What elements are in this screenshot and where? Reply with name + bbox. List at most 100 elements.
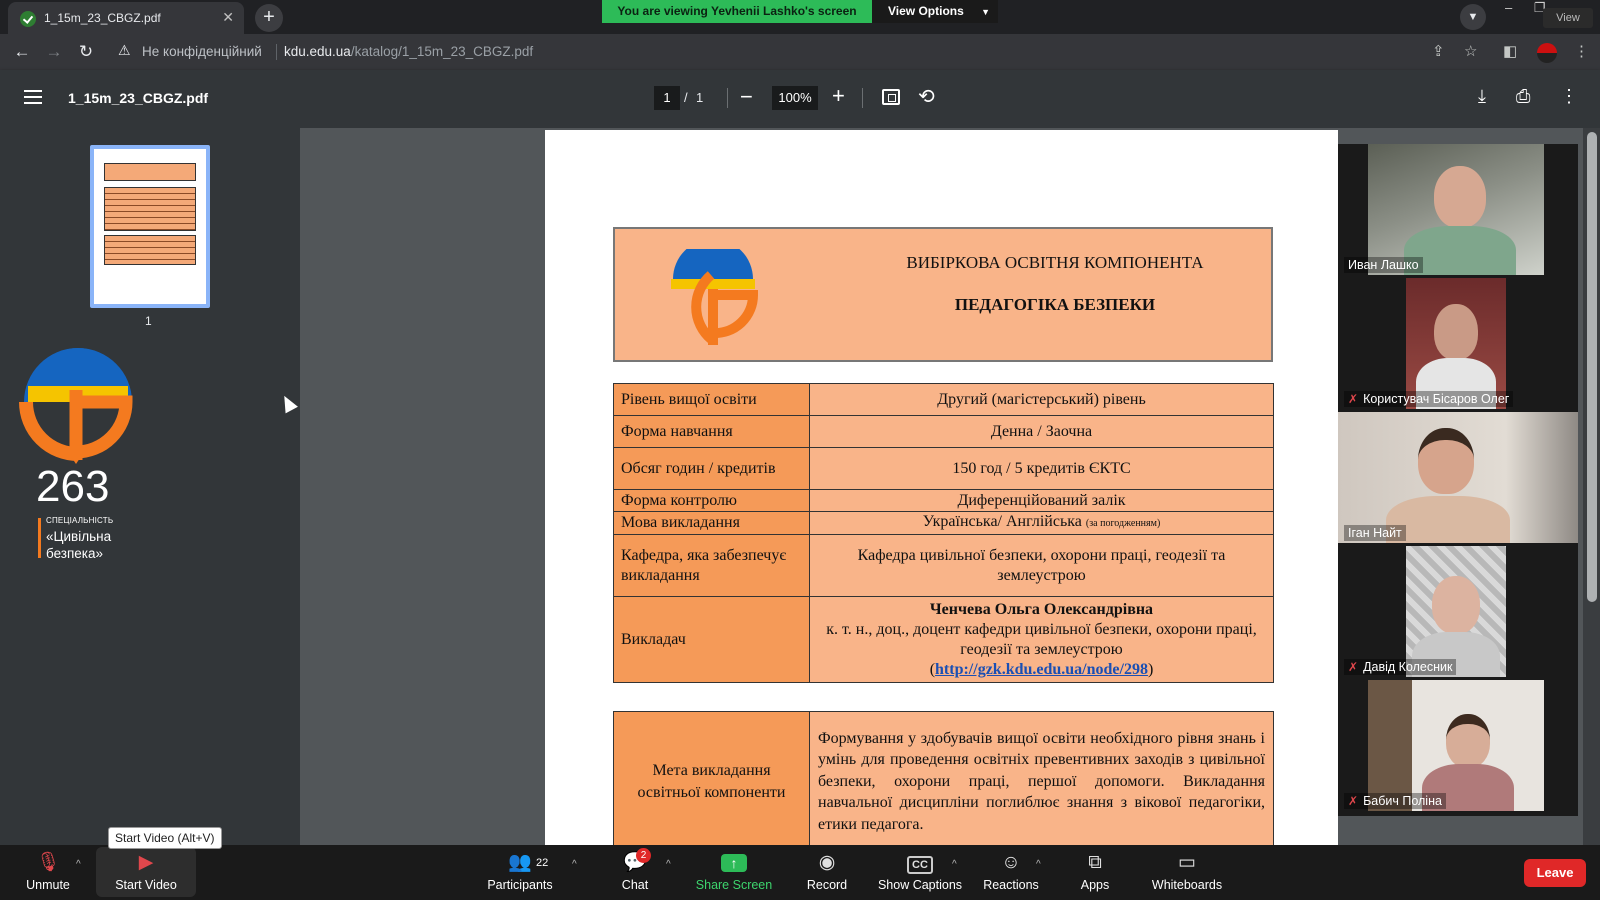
teacher-name: Ченчева Ольга Олександрівна xyxy=(929,600,1154,618)
view-button[interactable]: View xyxy=(1543,8,1593,28)
forward-arrow-icon[interactable]: → xyxy=(44,42,64,62)
teacher-link-wrap: (http://gzk.kdu.edu.ua/node/298) xyxy=(929,660,1154,678)
more-options-icon[interactable]: ⋮ xyxy=(1560,86,1578,107)
minimize-icon[interactable]: – xyxy=(1505,0,1512,15)
aim-text: Формування у здобувачів вищої освіти нео… xyxy=(809,711,1274,852)
menu-icon[interactable] xyxy=(24,90,42,104)
aim-body: Формування у здобувачів вищої освіти нео… xyxy=(818,729,1265,812)
zoom-in-icon[interactable]: + xyxy=(832,83,845,109)
participant-name: ✗ Давід Колесник xyxy=(1344,659,1457,675)
start-video-button[interactable]: ▶ Start Video xyxy=(104,849,188,897)
participant-video xyxy=(1406,278,1506,409)
show-captions-button[interactable]: CC Show Captions xyxy=(872,849,968,897)
participant-face xyxy=(1434,166,1486,228)
teacher-link[interactable]: http://gzk.kdu.edu.ua/node/298 xyxy=(935,661,1148,678)
share-screen-button[interactable]: ↑ Share Screen xyxy=(694,849,774,897)
participant-video xyxy=(1368,144,1544,275)
document-header: ВИБІРКОВА ОСВІТНЯ КОМПОНЕНТА ПЕДАГОГІКА … xyxy=(613,227,1273,362)
page-thumbnail[interactable] xyxy=(90,145,210,308)
browser-tab[interactable]: 1_15m_23_CBGZ.pdf ✕ xyxy=(8,2,244,34)
back-arrow-icon[interactable]: ← xyxy=(12,42,32,62)
table-row: Рівень вищої освіти Другий (магістерськи… xyxy=(613,383,1274,416)
more-menu-icon[interactable]: ⋮ xyxy=(1574,42,1589,60)
new-tab-button[interactable]: + xyxy=(255,4,283,32)
view-options-button[interactable]: View Options ▼ xyxy=(872,0,998,23)
captions-options-caret[interactable]: ^ xyxy=(952,859,957,870)
url-text[interactable]: kdu.edu.ua/katalog/1_15m_23_CBGZ.pdf xyxy=(284,44,533,59)
zoom-out-icon[interactable]: − xyxy=(740,84,753,110)
pdf-toolbar: 1_15m_23_CBGZ.pdf 1 / 1 − 100% + ⟲ ⤓ ⎙ ⋮ xyxy=(0,70,1600,128)
tab-search-button[interactable]: ▼ xyxy=(1460,4,1486,30)
chat-button[interactable]: 💬 Chat xyxy=(610,849,660,897)
warning-icon[interactable]: ⚠ xyxy=(118,42,131,59)
audio-options-caret[interactable]: ^ xyxy=(76,859,81,870)
scrollbar-thumb[interactable] xyxy=(1587,132,1597,602)
row-value: Українська/ Англійська (за погодженням) xyxy=(809,511,1274,535)
share-banner-message: You are viewing Yevhenii Lashko's screen xyxy=(602,0,872,23)
whiteboards-button[interactable]: ▭ Whiteboards xyxy=(1146,849,1228,897)
row-label: Рівень вищої освіти xyxy=(613,383,810,416)
page-number-input[interactable]: 1 xyxy=(654,86,680,110)
table-row: Форма навчання Денна / Заочна xyxy=(613,415,1274,448)
address-bar[interactable]: ⚠ Не конфіденційний kdu.edu.ua/katalog/1… xyxy=(110,38,1470,66)
zoom-input[interactable]: 100% xyxy=(772,86,818,110)
chevron-down-icon: ▼ xyxy=(1467,11,1479,23)
participant-tile[interactable]: Іган Найт xyxy=(1338,412,1578,543)
bookmark-star-icon[interactable]: ☆ xyxy=(1464,42,1477,60)
participant-tile[interactable]: ✗ Користувач Бісаров Олег xyxy=(1338,278,1578,409)
video-off-icon: ▶ xyxy=(138,852,154,873)
print-icon[interactable]: ⎙ xyxy=(1516,86,1530,107)
language-note: (за погодженням) xyxy=(1085,518,1161,529)
download-icon[interactable]: ⤓ xyxy=(1478,86,1486,107)
language-value: Українська/ Англійська xyxy=(922,513,1082,530)
row-value: Диференційований залік xyxy=(809,489,1274,512)
rotate-icon[interactable]: ⟲ xyxy=(918,84,935,109)
reactions-label: Reactions xyxy=(983,878,1039,892)
reload-icon[interactable]: ↻ xyxy=(76,42,96,62)
course-aim-table: Мета викладання освітньої компоненти Фор… xyxy=(613,711,1274,852)
profile-avatar[interactable] xyxy=(1537,43,1557,63)
reactions-button[interactable]: ☺ Reactions xyxy=(978,849,1044,897)
meeting-controls: 🎙 Unmute ^ ▶ Start Video Start Video (Al… xyxy=(0,827,1600,900)
side-panel-icon[interactable]: ◧ xyxy=(1503,42,1517,60)
toolbar-divider xyxy=(862,88,863,108)
record-button[interactable]: ◉ Record xyxy=(800,849,854,897)
chat-options-caret[interactable]: ^ xyxy=(666,859,671,870)
participant-name: ✗ Бабич Поліна xyxy=(1344,793,1446,809)
row-label: Форма контролю xyxy=(613,489,810,512)
participant-video xyxy=(1338,412,1578,543)
participant-name-text: Користувач Бісаров Олег xyxy=(1363,392,1510,406)
participants-count: 22 xyxy=(536,857,549,869)
unmute-button[interactable]: 🎙 Unmute xyxy=(18,849,78,897)
specialty-name: «Цивільна безпека» xyxy=(46,528,111,562)
participant-face xyxy=(1418,428,1474,494)
participant-tile[interactable]: ✗ Бабич Поліна xyxy=(1338,680,1578,811)
table-row: Мета викладання освітньої компоненти Фор… xyxy=(613,711,1274,852)
specialty-name-line2: безпека» xyxy=(46,546,104,561)
participants-options-caret[interactable]: ^ xyxy=(572,859,577,870)
reactions-options-caret[interactable]: ^ xyxy=(1036,859,1041,870)
document-title: ПЕДАГОГІКА БЕЗПЕКИ xyxy=(954,295,1156,314)
video-gallery: Иван Лашко ✗ Користувач Бісаров Олег Іган… xyxy=(1338,144,1578,816)
share-page-icon[interactable]: ⇪ xyxy=(1432,42,1445,60)
participant-tile[interactable]: ✗ Давід Колесник xyxy=(1338,546,1578,677)
participant-name-text: Іган Найт xyxy=(1348,526,1402,540)
participant-tile[interactable]: Иван Лашко xyxy=(1338,144,1578,275)
tab-close-icon[interactable]: ✕ xyxy=(222,9,234,26)
thumbnail-table xyxy=(104,235,196,265)
security-label[interactable]: Не конфіденційний xyxy=(142,44,262,59)
emblem-blue xyxy=(673,249,753,279)
leave-button[interactable]: Leave xyxy=(1524,859,1586,887)
teacher-info: Ченчева Ольга Олександрівна к. т. н., до… xyxy=(809,596,1274,683)
browser-toolbar: ← → ↻ ⚠ Не конфіденційний kdu.edu.ua/kat… xyxy=(0,34,1600,70)
participant-name-text: Давід Колесник xyxy=(1363,660,1453,674)
pdf-page: ВИБІРКОВА ОСВІТНЯ КОМПОНЕНТА ПЕДАГОГІКА … xyxy=(545,130,1338,852)
row-value: Кафедра цивільної безпеки, охорони праці… xyxy=(809,534,1274,597)
address-divider xyxy=(276,44,277,60)
fit-page-icon[interactable] xyxy=(882,89,900,105)
university-emblem xyxy=(671,249,759,345)
table-row: Викладач Ченчева Ольга Олександрівна к. … xyxy=(613,596,1274,683)
apps-button[interactable]: ⧉ Apps xyxy=(1074,849,1116,897)
participant-face xyxy=(1446,714,1490,768)
table-row: Кафедра, яка забезпечує викладання Кафед… xyxy=(613,534,1274,597)
